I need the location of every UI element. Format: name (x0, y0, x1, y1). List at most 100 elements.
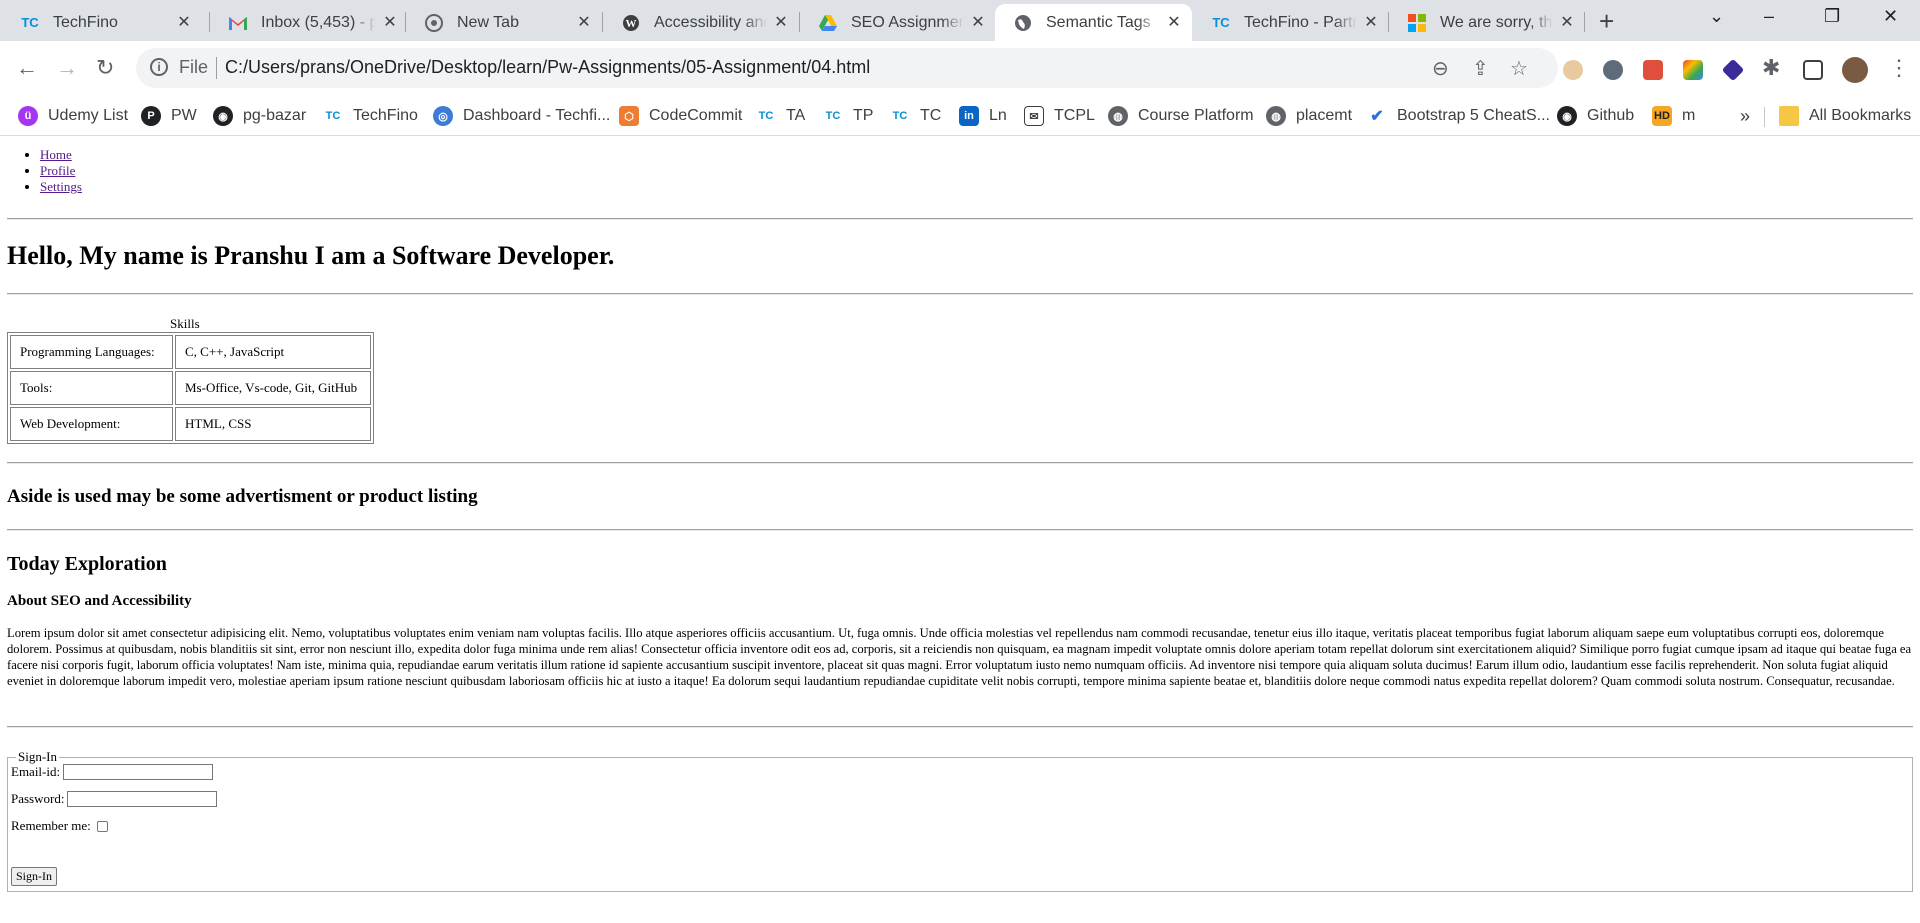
globe-icon: ◍ (1108, 106, 1128, 126)
bookmark-label: Ln (989, 107, 1007, 124)
tab-techfino[interactable]: TC TechFino ✕ (2, 4, 202, 41)
tab-seo-assignment[interactable]: SEO Assignment.p ✕ (800, 4, 996, 41)
bookmark-tcpl[interactable]: ✉ TCPL (1024, 104, 1095, 128)
svg-text:W: W (626, 18, 637, 30)
techfino-icon: TC (892, 110, 908, 122)
back-icon[interactable]: ← (16, 56, 38, 80)
tab-we-are-sorry[interactable]: We are sorry, the ✕ (1389, 4, 1585, 41)
bookmark-label: TA (786, 107, 806, 124)
pw-icon: P (141, 106, 161, 126)
close-icon[interactable]: ✕ (1559, 14, 1575, 31)
new-tab-button[interactable]: + (1599, 8, 1614, 34)
bookmark-label: CodeCommit (649, 107, 743, 124)
bookmark-label: Dashboard - Techfi... (463, 107, 611, 124)
nav-link-profile[interactable]: Profile (40, 163, 75, 178)
gmail-icon (228, 13, 248, 33)
browser-toolbar: ← → ↻ i File C:/Users/prans/OneDrive/Des… (0, 41, 1920, 98)
close-icon[interactable]: ✕ (1363, 14, 1379, 31)
all-bookmarks[interactable]: All Bookmarks (1779, 104, 1911, 128)
close-icon[interactable]: ✕ (176, 14, 192, 31)
email-field[interactable] (63, 764, 214, 780)
password-row: Password: (11, 791, 218, 807)
microsoft-icon (1407, 13, 1427, 33)
info-icon[interactable]: i (150, 58, 168, 76)
share-icon[interactable]: ⇪ (1472, 56, 1489, 81)
reload-icon[interactable]: ↻ (96, 56, 114, 80)
bookmark-label: pg-bazar (243, 107, 307, 124)
bookmark-techfino[interactable]: TC TechFino (323, 104, 418, 128)
bookmark-pw[interactable]: P PW (141, 104, 197, 128)
tab-techfino-partner[interactable]: TC TechFino - Partne ✕ (1193, 4, 1389, 41)
url-text[interactable]: C:/Users/prans/OneDrive/Desktop/learn/Pw… (225, 57, 870, 78)
nav-link-home[interactable]: Home (40, 147, 72, 162)
bookmark-udemy-list[interactable]: ü Udemy List (18, 104, 128, 128)
bookmark-label: Course Platform (1138, 107, 1254, 124)
extension-layers-icon[interactable] (1721, 58, 1745, 82)
nav-item-profile: Profile (40, 163, 82, 179)
bookmark-label: TechFino (353, 107, 418, 124)
divider (7, 529, 1913, 531)
tab-inbox[interactable]: Inbox (5,453) - pr ✕ (210, 4, 408, 41)
divider (7, 218, 1913, 220)
bookmark-tp[interactable]: TC TP (823, 104, 874, 128)
tab-accessibility[interactable]: W Accessibility and S ✕ (603, 4, 799, 41)
nav-link-settings[interactable]: Settings (40, 179, 82, 194)
skills-caption: Skills (170, 316, 200, 331)
chrome-icon (424, 13, 444, 33)
close-icon[interactable]: ✕ (576, 14, 592, 31)
divider (7, 726, 1913, 728)
minimize-button[interactable]: – (1764, 6, 1774, 27)
bookmark-placemt[interactable]: ◍ placemt (1266, 104, 1352, 128)
tab-search-icon[interactable]: ⌄ (1709, 6, 1724, 27)
skill-label: Programming Languages: (10, 335, 173, 369)
close-window-button[interactable]: ✕ (1883, 6, 1898, 27)
bookmark-pg-bazar[interactable]: ◉ pg-bazar (213, 104, 306, 128)
bookmark-ln[interactable]: in Ln (959, 104, 1007, 128)
bookmark-course-platform[interactable]: ◍ Course Platform (1108, 104, 1254, 128)
bookmark-ta[interactable]: TC TA (756, 104, 806, 128)
bookmark-bootstrap[interactable]: ✔ Bootstrap 5 CheatS... (1367, 104, 1550, 128)
password-field[interactable] (67, 791, 218, 807)
close-icon[interactable]: ✕ (970, 14, 986, 31)
remember-checkbox[interactable] (96, 820, 108, 832)
sign-in-button[interactable]: Sign-In (11, 867, 57, 886)
bookmark-label: TP (853, 107, 874, 124)
extension-cursor-icon[interactable] (1603, 60, 1623, 80)
bookmark-tc[interactable]: TC TC (890, 104, 942, 128)
tab-strip: TC TechFino ✕ Inbox (5,453) - pr ✕ New T… (0, 0, 1920, 41)
bookmarks-overflow-button[interactable]: » (1740, 104, 1750, 128)
close-icon[interactable]: ✕ (773, 14, 789, 31)
extension-avatar-icon[interactable] (1563, 60, 1583, 80)
puzzle-icon[interactable]: ✱ (1762, 56, 1780, 80)
bookmark-label: Udemy List (48, 107, 129, 124)
profile-avatar[interactable] (1842, 57, 1868, 83)
techfino-icon: TC (21, 15, 39, 30)
tab-new-tab[interactable]: New Tab ✕ (406, 4, 602, 41)
folder-icon (1779, 106, 1799, 126)
extension-megaphone-icon[interactable] (1643, 60, 1663, 80)
side-panel-icon[interactable] (1803, 60, 1823, 80)
skill-label: Tools: (10, 371, 173, 405)
aside-heading: Aside is used may be some advertisment o… (7, 486, 478, 507)
star-icon[interactable]: ☆ (1510, 56, 1528, 81)
address-bar[interactable]: i File C:/Users/prans/OneDrive/Desktop/l… (136, 48, 1558, 88)
restore-button[interactable]: ❐ (1824, 6, 1840, 27)
bookmark-codecommit[interactable]: ⬡ CodeCommit (619, 104, 742, 128)
zoom-icon[interactable]: ⊖ (1432, 56, 1449, 81)
tab-divider (1584, 12, 1585, 32)
bookmarks-bar: ü Udemy List P PW ◉ pg-bazar TC TechFino… (0, 98, 1920, 136)
close-icon[interactable]: ✕ (382, 14, 398, 31)
tab-semantic-tags[interactable]: Semantic Tags ✕ (995, 4, 1192, 41)
sign-in-form: Sign-In (7, 749, 1913, 892)
bookmarks-divider (1764, 107, 1765, 127)
bookmark-dashboard[interactable]: ◎ Dashboard - Techfi... (433, 104, 610, 128)
extension-colors-icon[interactable] (1683, 60, 1703, 80)
forward-icon[interactable]: → (56, 56, 78, 80)
close-icon[interactable]: ✕ (1166, 14, 1182, 31)
menu-icon[interactable]: ⋮ (1888, 56, 1910, 80)
table-row: Web Development: HTML, CSS (10, 407, 371, 441)
bookmark-github[interactable]: ◉ Github (1557, 104, 1634, 128)
bookmark-m[interactable]: HD m (1652, 104, 1695, 128)
url-scheme: File (179, 57, 209, 77)
tab-title: Inbox (5,453) - pr (261, 13, 376, 31)
